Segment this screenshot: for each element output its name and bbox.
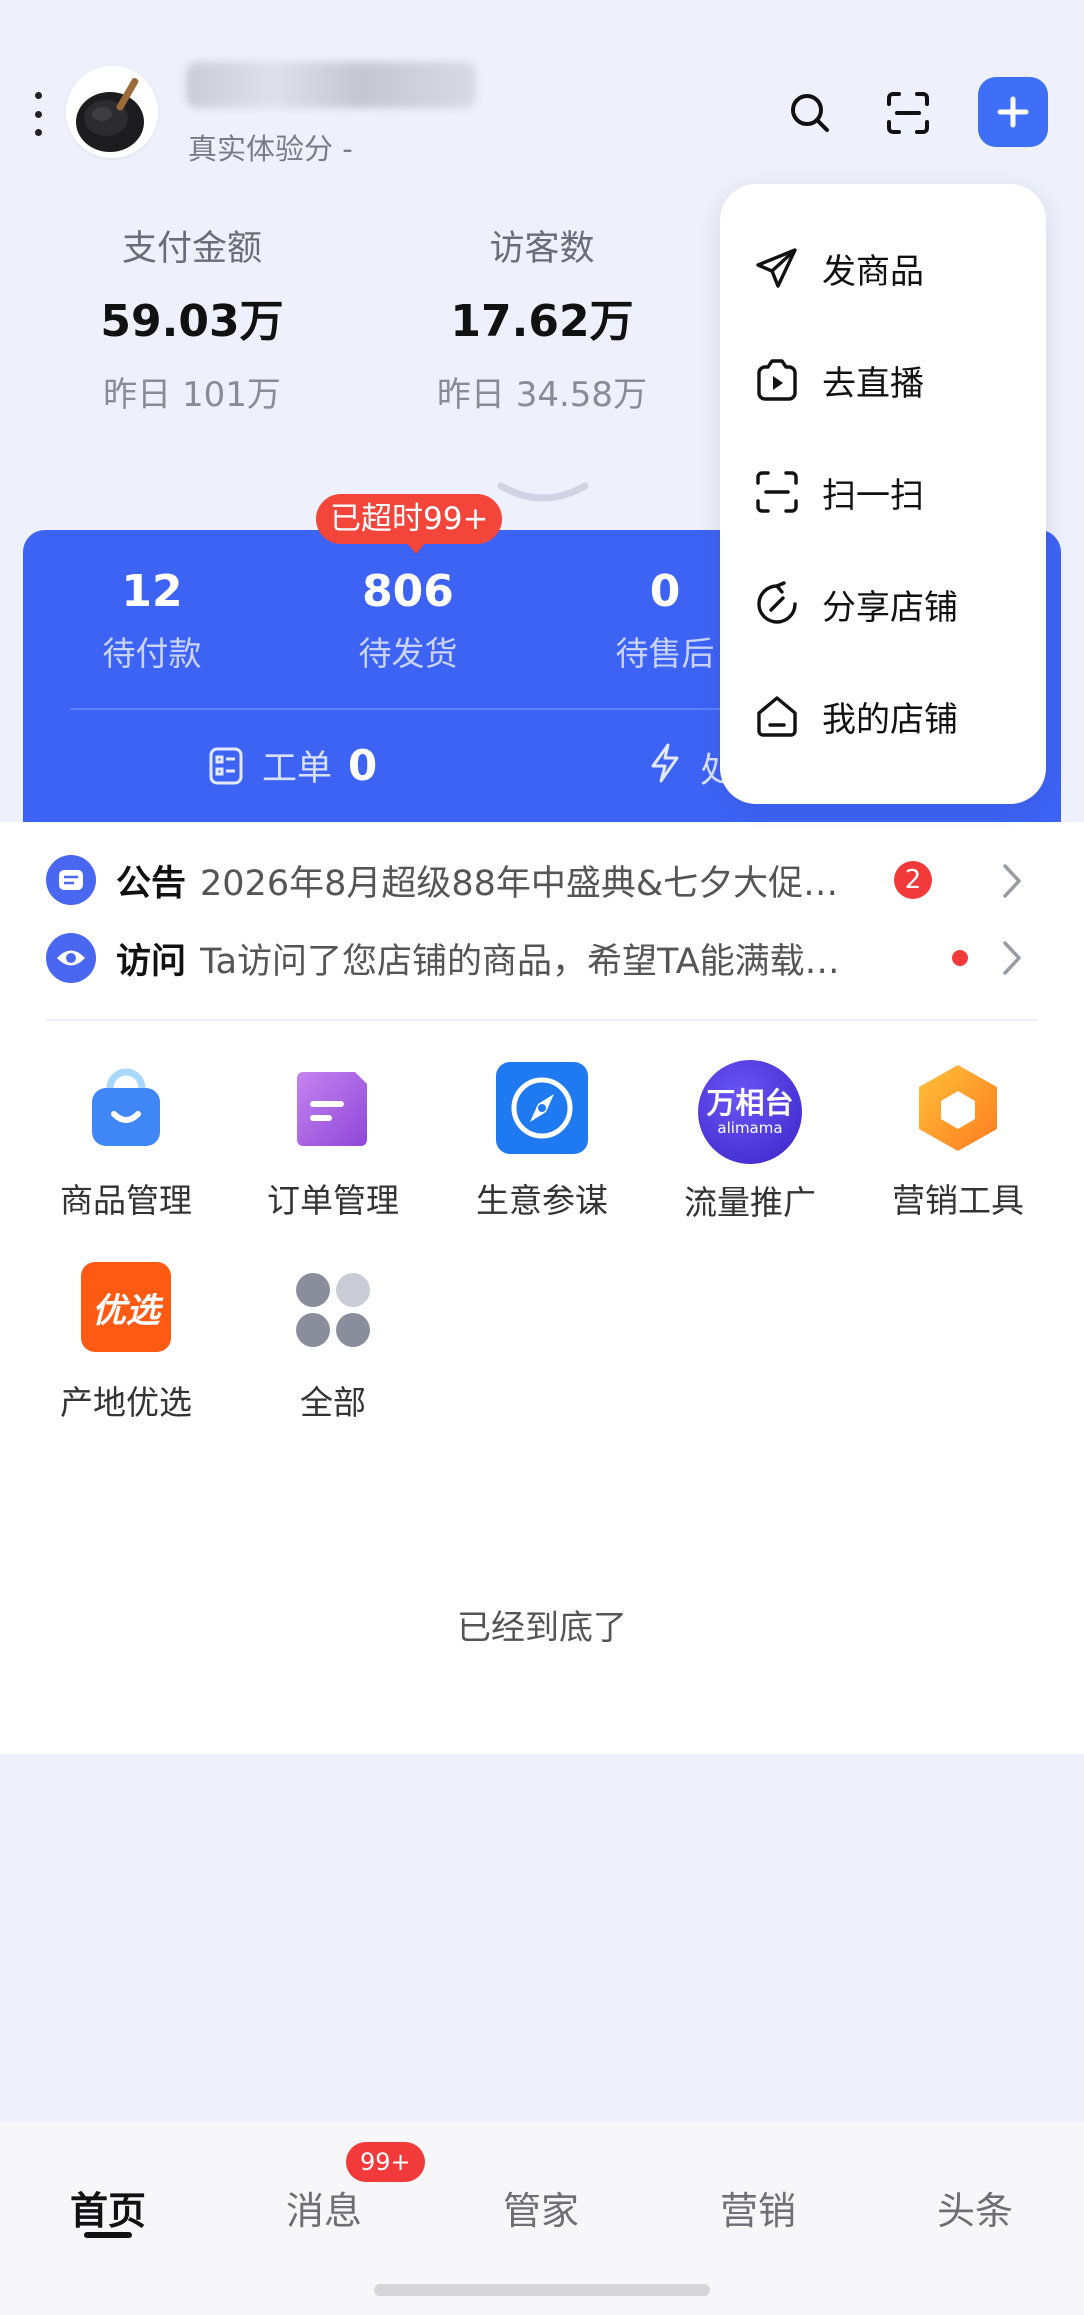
shop-icon bbox=[757, 696, 797, 737]
scan-icon[interactable] bbox=[877, 82, 939, 144]
end-of-list-text: 已经到底了 bbox=[457, 1608, 627, 1648]
unread-dot bbox=[952, 950, 968, 966]
menu-label: 扫一扫 bbox=[822, 475, 924, 516]
expand-chevron-icon[interactable] bbox=[497, 482, 589, 510]
home-indicator bbox=[374, 2284, 710, 2296]
announcement-icon bbox=[46, 855, 96, 905]
menu-label: 分享店铺 bbox=[822, 587, 958, 628]
tab-home[interactable]: 首页 bbox=[8, 2180, 208, 2235]
tool-label: 订单管理 bbox=[267, 1181, 399, 1220]
plus-icon bbox=[997, 96, 1029, 128]
notice-title: 访问 bbox=[116, 941, 187, 982]
order-count: 806 bbox=[362, 566, 454, 617]
order-doc-icon bbox=[285, 1060, 381, 1156]
shop-name-blurred bbox=[186, 62, 476, 108]
stat-value: 59.03万 bbox=[100, 296, 284, 347]
work-order-count: 0 bbox=[348, 741, 378, 790]
stat-label: 访客数 bbox=[489, 229, 595, 269]
stat-prev: 昨日 34.58万 bbox=[436, 375, 648, 415]
chevron-right-icon[interactable] bbox=[1000, 939, 1024, 981]
unread-badge: 2 bbox=[894, 861, 932, 899]
tool-label: 生意参谋 bbox=[476, 1181, 608, 1220]
menu-item-share-shop[interactable]: 分享店铺 bbox=[754, 574, 958, 634]
tool-label: 全部 bbox=[300, 1383, 366, 1422]
logo-subtext: alimama bbox=[717, 1119, 783, 1137]
notice-title: 公告 bbox=[116, 863, 187, 904]
menu-label: 我的店铺 bbox=[822, 699, 958, 740]
stat-visitors[interactable]: 访客数 17.62万 昨日 34.58万 bbox=[392, 220, 692, 416]
bottom-tab-bar: 首页 消息 99+ 管家 营销 头条 bbox=[0, 2122, 1084, 2315]
tool-origin-select[interactable]: 优选 产地优选 bbox=[36, 1262, 216, 1424]
tool-traffic-promotion[interactable]: 万相台 alimama 流量推广 bbox=[660, 1060, 840, 1224]
order-label: 待付款 bbox=[102, 634, 202, 673]
menu-item-scan[interactable]: 扫一扫 bbox=[754, 462, 924, 522]
notice-text: 2026年8月超级88年中盛典&七夕大促… bbox=[200, 863, 839, 904]
work-order-icon bbox=[209, 747, 243, 784]
order-pending-payment[interactable]: 12 待付款 bbox=[52, 566, 252, 675]
timeout-badge: 已超时99+ bbox=[316, 494, 503, 554]
divider bbox=[46, 1019, 1038, 1021]
notice-text: Ta访问了您店铺的商品，希望TA能满载… bbox=[200, 941, 840, 982]
tab-marketing[interactable]: 营销 bbox=[658, 2180, 858, 2235]
menu-item-publish-product[interactable]: 发商品 bbox=[754, 238, 924, 298]
visit-row[interactable]: 访问 Ta访问了您店铺的商品，希望TA能满载… bbox=[46, 928, 1046, 988]
plus-button[interactable] bbox=[978, 77, 1048, 147]
tab-headlines[interactable]: 头条 bbox=[875, 2180, 1075, 2235]
menu-label: 去直播 bbox=[822, 363, 924, 404]
send-icon bbox=[756, 248, 797, 288]
stat-label: 支付金额 bbox=[121, 229, 262, 269]
tab-steward[interactable]: 管家 bbox=[441, 2180, 641, 2235]
eye-icon bbox=[46, 933, 96, 983]
tool-label: 产地优选 bbox=[60, 1383, 192, 1422]
scan-icon bbox=[756, 471, 798, 513]
tool-business-advisor[interactable]: 生意参谋 bbox=[452, 1060, 632, 1222]
compass-icon bbox=[494, 1060, 590, 1156]
header: 真实体验分 - bbox=[0, 0, 1084, 180]
tool-product-management[interactable]: 商品管理 bbox=[36, 1060, 216, 1222]
active-tab-indicator bbox=[84, 2232, 132, 2238]
stat-payment[interactable]: 支付金额 59.03万 昨日 101万 bbox=[42, 220, 342, 416]
tool-label: 商品管理 bbox=[60, 1181, 192, 1220]
work-order-label: 工单 bbox=[262, 749, 333, 789]
menu-label: 发商品 bbox=[822, 251, 924, 292]
logo-text: 万相台 bbox=[706, 1086, 794, 1120]
tool-label: 营销工具 bbox=[892, 1181, 1024, 1220]
work-order-entry[interactable]: 工单 0 bbox=[208, 740, 377, 791]
logo-text: 优选 bbox=[92, 1290, 160, 1331]
experience-score: 真实体验分 - bbox=[188, 132, 353, 166]
share-icon bbox=[757, 581, 797, 624]
live-play-icon bbox=[757, 359, 797, 401]
order-pending-shipment[interactable]: 806 待发货 bbox=[308, 566, 508, 675]
bag-icon bbox=[78, 1060, 174, 1156]
avatar[interactable] bbox=[66, 66, 158, 158]
hexagon-icon bbox=[910, 1060, 1006, 1156]
tab-messages[interactable]: 消息 bbox=[224, 2180, 424, 2235]
quick-action-menu: 发商品 去直播 扫一扫 分享店铺 我的店铺 bbox=[720, 184, 1046, 804]
tool-order-management[interactable]: 订单管理 bbox=[243, 1060, 423, 1222]
grid-dots-icon bbox=[285, 1262, 381, 1358]
tool-all[interactable]: 全部 bbox=[243, 1262, 423, 1424]
stat-value: 17.62万 bbox=[450, 296, 634, 347]
stat-prev: 昨日 101万 bbox=[103, 375, 281, 415]
youxuan-icon: 优选 bbox=[81, 1262, 171, 1352]
message-count-badge: 99+ bbox=[346, 2142, 425, 2182]
menu-item-my-shop[interactable]: 我的店铺 bbox=[754, 686, 958, 746]
chevron-right-icon[interactable] bbox=[1000, 862, 1024, 904]
wanxiangtai-icon: 万相台 alimama bbox=[698, 1060, 802, 1164]
order-count: 12 bbox=[121, 566, 183, 617]
lightning-icon[interactable] bbox=[648, 742, 682, 788]
menu-item-go-live[interactable]: 去直播 bbox=[754, 350, 924, 410]
more-vertical-icon[interactable] bbox=[28, 92, 48, 136]
search-icon[interactable] bbox=[779, 82, 841, 144]
tool-label: 流量推广 bbox=[684, 1183, 816, 1222]
tool-marketing[interactable]: 营销工具 bbox=[868, 1060, 1048, 1222]
order-label: 待发货 bbox=[358, 634, 458, 673]
